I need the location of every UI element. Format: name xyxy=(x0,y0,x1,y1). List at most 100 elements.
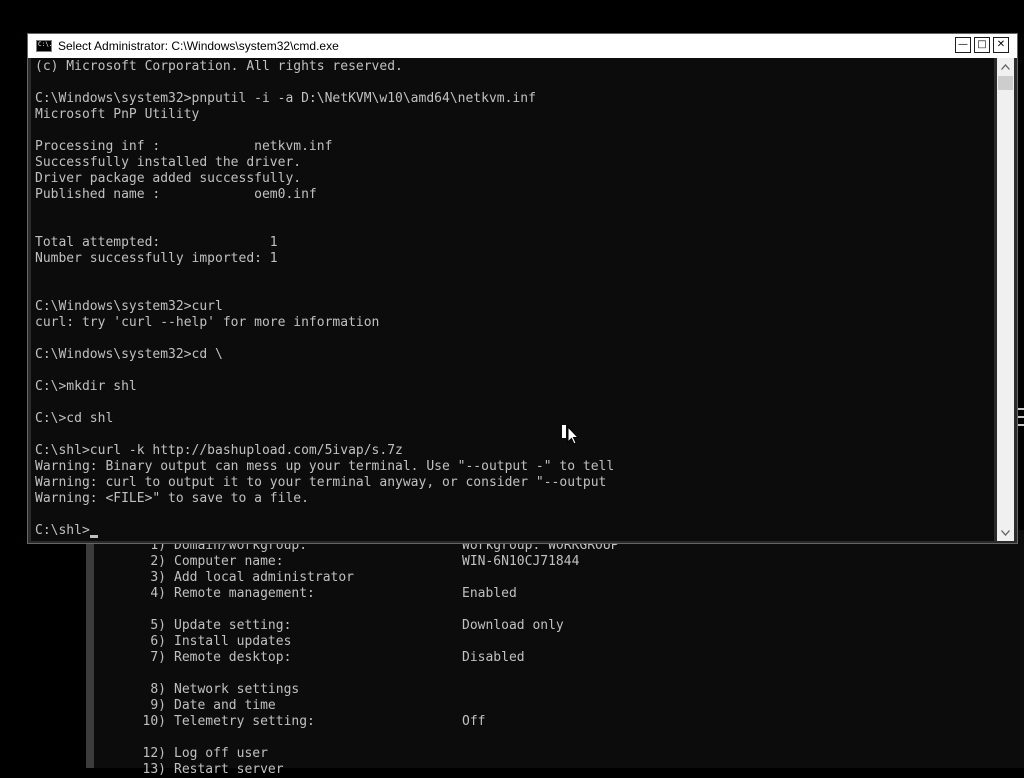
sconfig-item-label xyxy=(166,730,462,746)
sconfig-item-num: 12) xyxy=(142,746,166,761)
console-line: Warning: curl to output it to your termi… xyxy=(35,475,607,490)
text-cursor xyxy=(89,535,98,538)
sconfig-menu-item: 2) Computer name: WIN-6N10CJ71844 xyxy=(134,554,619,570)
sconfig-item-label xyxy=(166,666,462,682)
scroll-thumb[interactable] xyxy=(998,76,1013,90)
title-bar[interactable]: C:\. Select Administrator: C:\Windows\sy… xyxy=(28,34,1017,58)
sconfig-menu-item: 7) Remote desktop: Disabled xyxy=(134,650,619,666)
sconfig-item-num: 9) xyxy=(150,698,166,713)
console-line: Number successfully imported: 1 xyxy=(35,251,278,266)
sconfig-menu-item: 10) Telemetry setting: Off xyxy=(134,714,619,730)
maximize-icon: □ xyxy=(977,39,987,50)
console-line: C:\>cd shl xyxy=(35,411,114,426)
sconfig-item-num: 10) xyxy=(142,714,166,729)
sconfig-item-num: 7) xyxy=(150,650,166,665)
sconfig-item-label: Restart server xyxy=(174,762,284,777)
console-line: C:\Windows\system32>cd \ xyxy=(35,347,223,362)
window-title: Select Administrator: C:\Windows\system3… xyxy=(58,39,339,53)
console-prompt: C:\shl> xyxy=(35,523,90,538)
close-button[interactable]: ✕ xyxy=(993,37,1009,53)
maximize-button[interactable]: □ xyxy=(974,37,990,53)
mouse-pointer-icon xyxy=(562,425,580,445)
cmd-window[interactable]: C:\. Select Administrator: C:\Windows\sy… xyxy=(27,33,1018,544)
cmd-icon[interactable]: C:\. xyxy=(36,40,52,52)
sconfig-menu-item: 12) Log off user xyxy=(134,746,619,762)
scroll-up-button[interactable] xyxy=(997,58,1014,75)
sconfig-item-num: 4) xyxy=(150,586,166,601)
console-line: Total attempted: 1 xyxy=(35,235,278,250)
console-line: (c) Microsoft Corporation. All rights re… xyxy=(35,59,403,74)
sconfig-item-label: Computer name: xyxy=(174,554,284,569)
sconfig-item-label xyxy=(166,602,462,618)
sconfig-item-label: Remote desktop: xyxy=(174,650,292,665)
console-line: C:\shl>curl -k http://bashupload.com/5iv… xyxy=(35,443,403,458)
console-line: Driver package added successfully. xyxy=(35,171,302,186)
sconfig-item-label: Network settings xyxy=(174,682,300,697)
cmd-icon-glyph: C:\. xyxy=(38,41,53,48)
console-line: Successfully installed the driver. xyxy=(35,155,302,170)
sconfig-item-value: WIN-6N10CJ71844 xyxy=(462,554,580,569)
sconfig-item-num: 3) xyxy=(150,570,166,585)
sconfig-menu-item: 9) Date and time xyxy=(134,698,619,714)
console-line: Warning: <FILE>" to save to a file. xyxy=(35,491,309,506)
console-line: Microsoft PnP Utility xyxy=(35,107,200,122)
background-console-window: 1) Domain/workgroup: Workgroup: WORKGROUP 2… xyxy=(86,530,1024,777)
sconfig-menu-item: 4) Remote management: Enabled xyxy=(134,586,619,602)
sconfig-menu-item xyxy=(134,666,619,682)
sconfig-item-label: Add local administrator xyxy=(174,570,355,585)
sconfig-item-num: 13) xyxy=(142,762,166,777)
sconfig-item-num: 6) xyxy=(150,634,166,649)
sconfig-item-num: 5) xyxy=(150,618,166,633)
vertical-scrollbar[interactable] xyxy=(997,58,1014,541)
console-line: Processing inf : netkvm.inf xyxy=(35,139,333,154)
console-line: Published name : oem0.inf xyxy=(35,187,317,202)
sconfig-menu-item: 8) Network settings xyxy=(134,682,619,698)
console-text: (c) Microsoft Corporation. All rights re… xyxy=(35,59,614,539)
chevron-up-icon xyxy=(1001,63,1010,70)
close-icon: ✕ xyxy=(996,39,1006,50)
console-line: C:\Windows\system32>pnputil -i -a D:\Net… xyxy=(35,91,536,106)
sconfig-item-num: 8) xyxy=(150,682,166,697)
sconfig-menu-item xyxy=(134,730,619,746)
sconfig-item-num xyxy=(134,666,166,682)
minimize-button[interactable]: — xyxy=(955,37,971,53)
sconfig-item-label: Remote management: xyxy=(174,586,315,601)
chevron-down-icon xyxy=(1001,529,1010,536)
sconfig-item-value: Download only xyxy=(462,618,564,633)
sconfig-item-num xyxy=(134,602,166,618)
background-console-area: 1) Domain/workgroup: Workgroup: WORKGROUP 2… xyxy=(94,530,1024,777)
sconfig-item-value: Disabled xyxy=(462,650,525,665)
sconfig-item-label: Date and time xyxy=(174,698,276,713)
console-prompt-line: C:\shl> xyxy=(35,523,614,539)
sconfig-item-num xyxy=(134,730,166,746)
console-output-area[interactable]: (c) Microsoft Corporation. All rights re… xyxy=(31,58,994,541)
sconfig-item-value: Enabled xyxy=(462,586,517,601)
sconfig-menu-item: 3) Add local administrator xyxy=(134,570,619,586)
console-line: C:\Windows\system32>curl xyxy=(35,299,223,314)
sconfig-menu-item: 6) Install updates xyxy=(134,634,619,650)
sconfig-item-label: Telemetry setting: xyxy=(174,714,315,729)
sconfig-item-label: Log off user xyxy=(174,746,268,761)
console-line: curl: try 'curl --help' for more informa… xyxy=(35,315,380,330)
sconfig-item-num: 2) xyxy=(150,554,166,569)
sconfig-menu-item: 5) Update setting: Download only xyxy=(134,618,619,634)
sconfig-menu: 1) Domain/workgroup: Workgroup: WORKGROUP 2… xyxy=(134,538,619,778)
sconfig-menu-item xyxy=(134,602,619,618)
scroll-down-button[interactable] xyxy=(997,524,1014,541)
window-edge-artifact xyxy=(1018,408,1024,442)
minimize-icon: — xyxy=(958,39,968,50)
console-line: C:\>mkdir shl xyxy=(35,379,137,394)
window-controls: — □ ✕ xyxy=(955,37,1009,53)
sconfig-item-label: Install updates xyxy=(174,634,292,649)
sconfig-item-label: Update setting: xyxy=(174,618,292,633)
